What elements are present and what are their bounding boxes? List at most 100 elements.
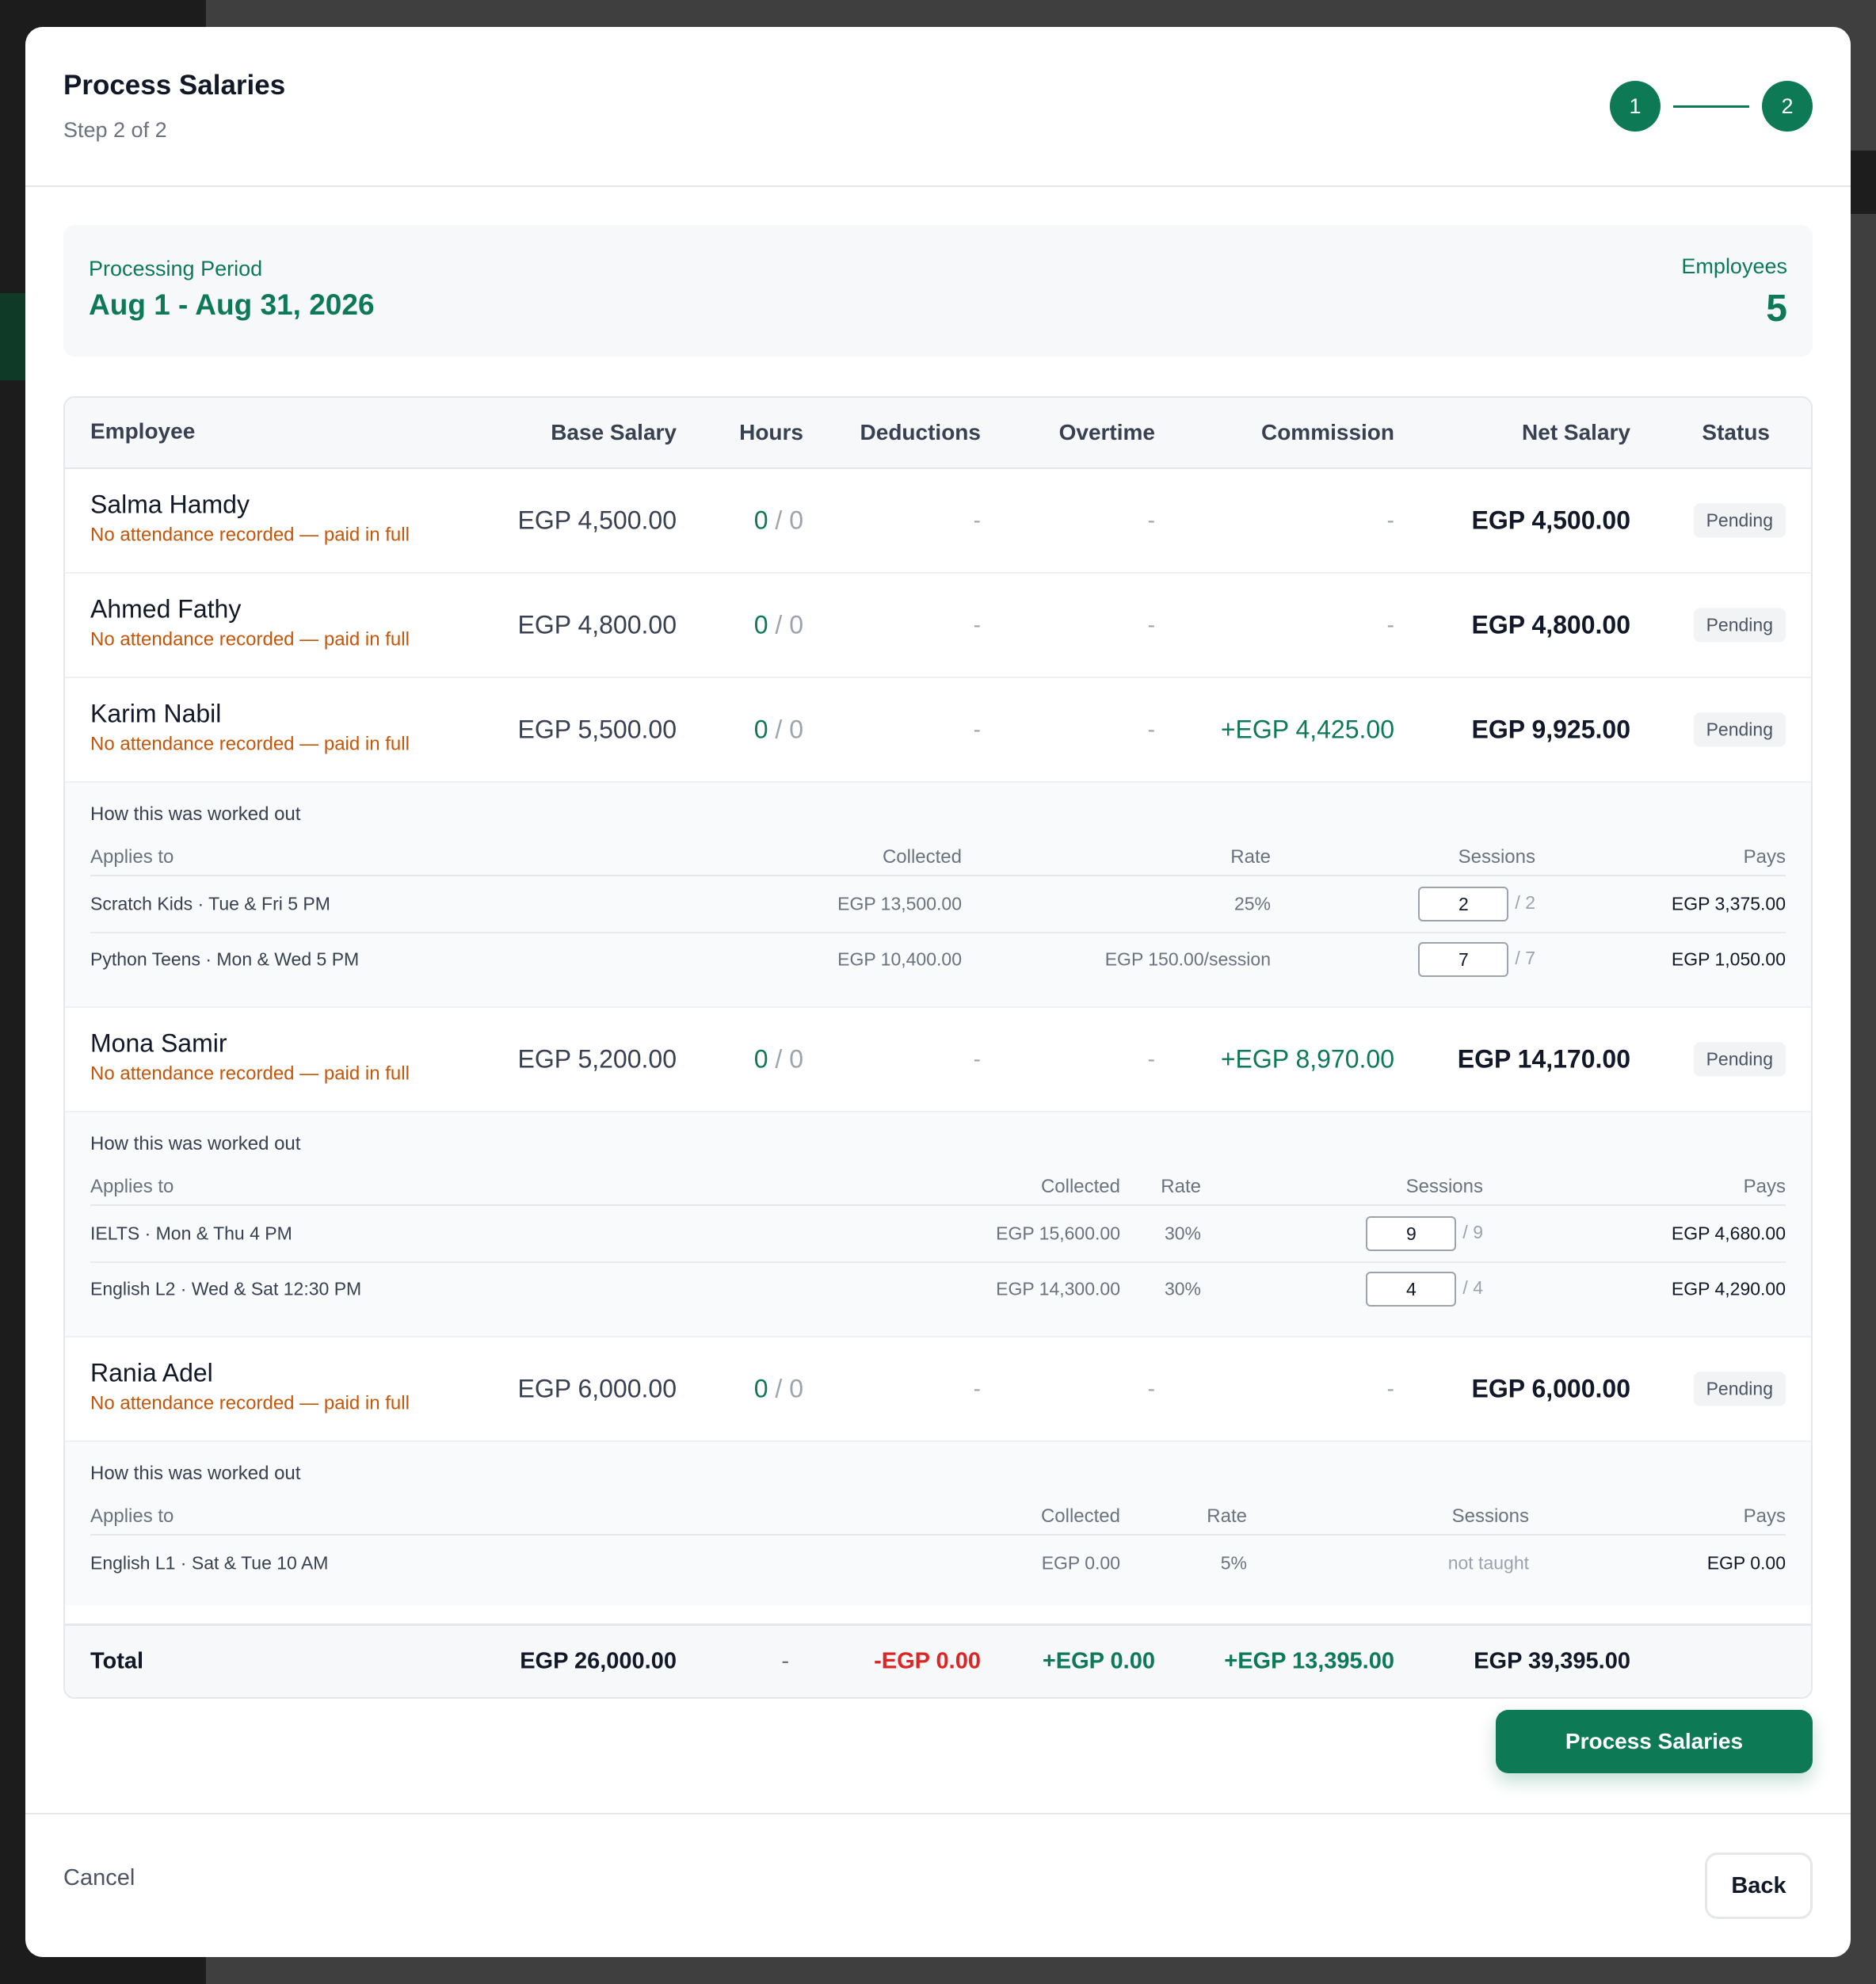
hours-separator: / — [775, 1044, 783, 1074]
step-connector — [1673, 105, 1749, 108]
breakdown-rate: 30% — [1164, 1278, 1201, 1299]
breakdown-row: English L2 · Wed & Sat 12:30 PM EGP 14,3… — [90, 1261, 1786, 1317]
breakdown-sessions: not taught — [1447, 1552, 1529, 1574]
base-salary: EGP 5,200.00 — [517, 1044, 677, 1074]
net-salary: EGP 14,170.00 — [1457, 1044, 1630, 1074]
process-salaries-modal: Process Salaries Step 2 of 2 1 2 Process… — [25, 27, 1851, 1957]
employee-cell: Rania Adel No attendance recorded — paid… — [90, 1359, 410, 1415]
commission-breakdown: How this was worked out Applies to Colle… — [65, 1442, 1811, 1605]
breakdown-rate: EGP 150.00/session — [1104, 948, 1271, 970]
deductions-value: - — [973, 1376, 981, 1401]
status-cell: Pending — [1693, 608, 1786, 643]
hours-worked: 0 — [753, 506, 768, 535]
attendance-note: No attendance recorded — paid in full — [90, 1063, 410, 1085]
employee-cell: Karim Nabil No attendance recorded — pai… — [90, 700, 410, 756]
total-net-salary: EGP 39,395.00 — [1474, 1648, 1630, 1674]
breakdown-header-sessions: Sessions — [1405, 1176, 1483, 1197]
status-badge: Pending — [1693, 712, 1786, 747]
status-badge: Pending — [1693, 608, 1786, 643]
back-button[interactable]: Back — [1705, 1852, 1813, 1919]
sessions-input[interactable]: 2 — [1418, 887, 1509, 921]
hours-total: 0 — [789, 1044, 803, 1074]
header-status: Status — [1702, 420, 1770, 444]
status-cell: Pending — [1693, 712, 1786, 747]
total-label: Total — [90, 1648, 144, 1674]
step-2-indicator: 2 — [1762, 81, 1813, 132]
overtime-value: - — [1147, 717, 1155, 742]
commission-value: - — [1386, 508, 1394, 532]
header-commission: Commission — [1260, 420, 1394, 444]
breakdown-applies: English L2 · Wed & Sat 12:30 PM — [90, 1278, 362, 1299]
employee-name: Ahmed Fathy — [90, 594, 242, 624]
hours-value: 0 / 0 — [754, 1375, 803, 1404]
commission-breakdown: How this was worked out Applies to Colle… — [65, 783, 1811, 1008]
hours-separator: / — [775, 610, 783, 639]
total-deductions: -EGP 0.00 — [874, 1648, 981, 1674]
hours-total: 0 — [789, 715, 803, 744]
breakdown-pays: EGP 4,680.00 — [1671, 1223, 1786, 1244]
header-base-salary: Base Salary — [551, 420, 677, 444]
breakdown-sessions: 4/ 4 — [1366, 1272, 1483, 1307]
breakdown-title: How this was worked out — [90, 1133, 301, 1154]
modal-step-subtitle: Step 2 of 2 — [63, 118, 167, 142]
period-value: Aug 1 - Aug 31, 2026 — [89, 288, 375, 321]
breakdown-row: English L1 · Sat & Tue 10 AM EGP 0.00 5%… — [90, 1536, 1786, 1591]
breakdown-rate: 5% — [1220, 1552, 1247, 1574]
commission-value: - — [1386, 1376, 1394, 1401]
sessions-input[interactable]: 7 — [1418, 942, 1509, 977]
header-hours: Hours — [739, 420, 803, 444]
overtime-value: - — [1147, 508, 1155, 532]
breakdown-header: Applies to Collected Rate Sessions Pays — [90, 846, 1786, 876]
breakdown-sessions: 2 / 2 — [1418, 887, 1535, 921]
commission-value: +EGP 8,970.00 — [1220, 1044, 1394, 1074]
breakdown-header-rate: Rate — [1161, 1176, 1201, 1197]
status-badge: Pending — [1693, 1042, 1786, 1077]
commission-value: - — [1386, 612, 1394, 637]
header-net-salary: Net Salary — [1522, 420, 1630, 444]
base-salary: EGP 5,500.00 — [517, 715, 677, 744]
sessions-total: / 9 — [1462, 1222, 1483, 1243]
breakdown-header: Applies to Collected Rate Sessions Pays — [90, 1176, 1786, 1206]
modal-footer: Cancel Back — [25, 1813, 1851, 1957]
processing-period-summary: Processing Period Aug 1 - Aug 31, 2026 E… — [63, 225, 1813, 357]
hours-value: 0 / 0 — [754, 506, 803, 536]
breakdown-rate: 30% — [1164, 1223, 1201, 1244]
table-row: Ahmed Fathy No attendance recorded — pai… — [65, 574, 1811, 678]
total-hours: - — [781, 1648, 789, 1674]
breakdown-title: How this was worked out — [90, 1463, 301, 1484]
hours-total: 0 — [789, 1374, 803, 1403]
net-salary: EGP 4,800.00 — [1471, 610, 1630, 639]
breakdown-applies: English L1 · Sat & Tue 10 AM — [90, 1552, 329, 1574]
employees-count: 5 — [1766, 288, 1787, 330]
hours-separator: / — [775, 715, 783, 744]
hours-worked: 0 — [753, 1044, 768, 1074]
employee-name: Salma Hamdy — [90, 490, 250, 519]
sessions-total: / 7 — [1515, 948, 1535, 969]
salary-table: Employee Base Salary Hours Deductions Ov… — [63, 396, 1813, 1699]
modal-header: Process Salaries Step 2 of 2 1 2 — [25, 27, 1851, 187]
process-salaries-button[interactable]: Process Salaries — [1496, 1710, 1813, 1773]
overtime-value: - — [1147, 1376, 1155, 1401]
deductions-value: - — [973, 508, 981, 532]
breakdown-header-applies: Applies to — [90, 846, 174, 868]
deductions-value: - — [973, 1047, 981, 1071]
breakdown-header-sessions: Sessions — [1458, 846, 1535, 868]
breakdown-header-applies: Applies to — [90, 1505, 174, 1527]
sessions-input[interactable]: 9 — [1366, 1216, 1457, 1251]
hours-total: 0 — [789, 506, 803, 535]
modal-title: Process Salaries — [63, 70, 286, 101]
employee-name: Karim Nabil — [90, 699, 222, 728]
attendance-note: No attendance recorded — paid in full — [90, 733, 410, 755]
total-commission: +EGP 13,395.00 — [1224, 1648, 1394, 1674]
hours-value: 0 / 0 — [754, 611, 803, 640]
deductions-value: - — [973, 612, 981, 637]
hours-worked: 0 — [753, 715, 768, 744]
employee-cell: Mona Samir No attendance recorded — paid… — [90, 1029, 410, 1085]
breakdown-header-pays: Pays — [1743, 846, 1786, 868]
attendance-note: No attendance recorded — paid in full — [90, 1392, 410, 1414]
breakdown-rate: 25% — [1234, 893, 1271, 914]
sessions-total: / 4 — [1462, 1277, 1483, 1299]
cancel-button[interactable]: Cancel — [63, 1856, 135, 1901]
sessions-input[interactable]: 4 — [1366, 1272, 1457, 1307]
breakdown-row: Scratch Kids · Tue & Fri 5 PM EGP 13,500… — [90, 876, 1786, 933]
